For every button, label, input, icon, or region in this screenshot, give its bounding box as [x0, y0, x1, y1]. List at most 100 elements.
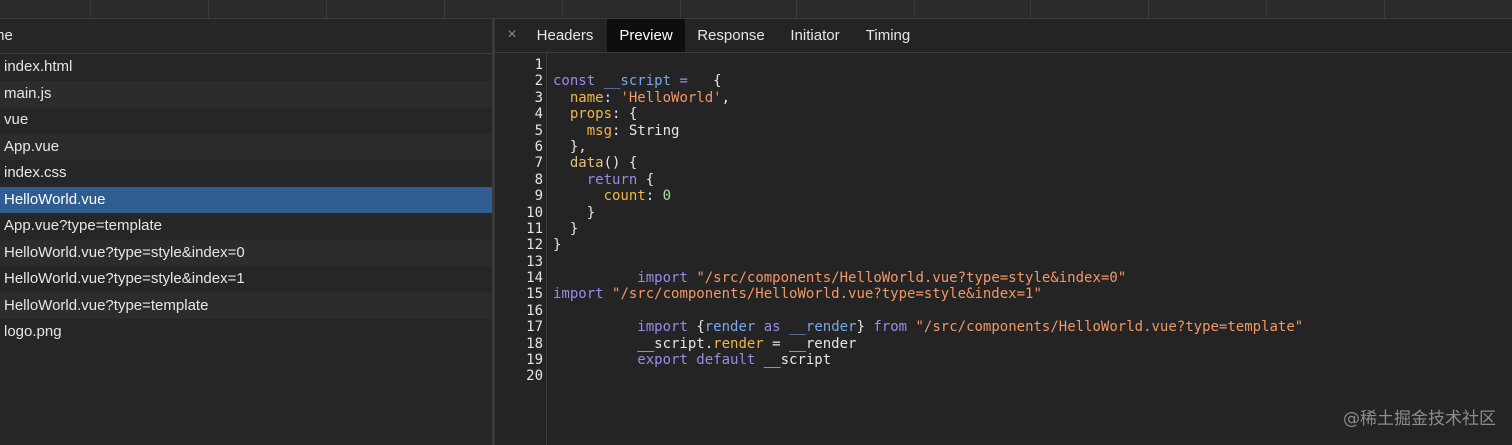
line-number: 8	[534, 171, 543, 188]
code-token: : String	[612, 122, 680, 139]
line-number: 5	[534, 122, 543, 139]
tab-timing[interactable]: Timing	[857, 19, 919, 52]
code-token: }	[856, 319, 874, 336]
timeline-gridline	[90, 0, 91, 18]
code-token: __script	[763, 352, 832, 369]
code-token: count	[603, 188, 646, 205]
request-row[interactable]: App.vue	[0, 133, 492, 160]
code-line: }	[553, 237, 1303, 253]
code-token: __render	[789, 319, 857, 336]
code-token: import	[637, 319, 697, 336]
source-code: const __script = { name: 'HelloWorld', p…	[553, 57, 1303, 385]
code-token: "/src/components/HelloWorld.vue?type=sty…	[612, 286, 1042, 303]
code-token: }	[553, 237, 562, 254]
request-rows: index.html main.js vue App.vue index.css Hell…	[0, 54, 492, 346]
timeline-gridline	[562, 0, 563, 18]
code-token: render	[713, 335, 764, 352]
request-list: me index.htmlmain.jsvueApp.vueindex.cssH…	[0, 19, 492, 445]
line-number: 9	[534, 188, 543, 205]
line-number: 19	[526, 352, 543, 369]
name-column-header[interactable]: me	[0, 19, 492, 54]
code-token: render	[704, 319, 756, 336]
tab-headers[interactable]: Headers	[527, 19, 603, 52]
request-row[interactable]: HelloWorld.vue?type=style&index=0	[0, 239, 492, 266]
code-line: import "/src/components/HelloWorld.vue?t…	[553, 270, 1303, 286]
line-number: 15	[526, 286, 543, 303]
details-tabbar: × Headers Preview Response Initiator Tim…	[495, 19, 1512, 53]
code-token: {	[696, 73, 722, 90]
request-row[interactable]: HelloWorld.vue	[0, 186, 492, 213]
timeline-gridline	[680, 0, 681, 18]
code-line: props: {	[553, 106, 1303, 122]
details-panel: × Headers Preview Response Initiator Tim…	[495, 19, 1512, 445]
tab-preview[interactable]: Preview	[607, 19, 685, 52]
code-line: }	[553, 221, 1303, 237]
request-row[interactable]: index.html	[0, 54, 492, 81]
line-number-gutter: 1 2 3 4 5 6 7 8 9 10 11 12 13 14 15 16 17 18 19 20	[495, 57, 543, 385]
watermark: @稀土掘金技术社区	[1343, 409, 1496, 429]
timeline-gridline	[208, 0, 209, 18]
name-column-label: me	[0, 27, 13, 44]
code-line: return {	[553, 172, 1303, 188]
code-token: import	[637, 270, 697, 287]
request-row[interactable]: index.css	[0, 160, 492, 187]
line-number: 3	[534, 89, 543, 106]
line-number: 14	[526, 270, 543, 287]
request-row[interactable]: vue	[0, 107, 492, 134]
tab-response[interactable]: Response	[689, 19, 773, 52]
code-token: as	[755, 319, 790, 336]
line-number: 17	[526, 319, 543, 336]
request-row[interactable]: logo.png	[0, 319, 492, 346]
line-number: 12	[526, 237, 543, 254]
code-token: from	[873, 319, 916, 336]
close-icon[interactable]: ×	[503, 19, 521, 52]
request-row[interactable]: main.js	[0, 80, 492, 107]
code-token: "/src/components/HelloWorld.vue?type=tem…	[915, 319, 1304, 336]
timeline-gridline	[1148, 0, 1149, 18]
code-token: __script	[603, 73, 672, 90]
code-token: return	[586, 171, 638, 188]
code-token: ,	[721, 89, 731, 106]
code-line: import {render as __render} from "/src/c…	[553, 319, 1303, 335]
code-token: }	[553, 204, 596, 221]
line-number: 6	[534, 138, 543, 155]
request-row[interactable]: HelloWorld.vue?type=style&index=1	[0, 266, 492, 293]
line-number: 2	[534, 73, 543, 90]
code-line: export default __script	[553, 352, 1303, 368]
code-line: const __script = {	[553, 73, 1303, 89]
timeline-gridline	[326, 0, 327, 18]
timeline-gridline	[1266, 0, 1267, 18]
code-token: props	[569, 106, 613, 123]
code-line: },	[553, 139, 1303, 155]
code-token: 0	[662, 188, 672, 205]
timeline-gridline	[914, 0, 915, 18]
code-token: = __render	[763, 335, 857, 352]
code-token: "/src/components/HelloWorld.vue?type=sty…	[696, 270, 1127, 287]
code-token: const	[553, 73, 604, 90]
request-row[interactable]: HelloWorld.vue?type=template	[0, 292, 492, 319]
code-token: name	[569, 89, 604, 106]
code-token: :	[603, 89, 621, 106]
timeline-gridline	[1030, 0, 1031, 18]
code-line: __script.render = __render	[553, 336, 1303, 352]
code-line: msg: String	[553, 123, 1303, 139]
gutter-divider	[546, 53, 547, 445]
code-token: export default	[637, 352, 764, 369]
code-token: :	[645, 188, 663, 205]
line-number: 16	[526, 302, 543, 319]
code-token: import	[553, 286, 613, 303]
request-row[interactable]: App.vue?type=template	[0, 213, 492, 240]
code-preview[interactable]: 1 2 3 4 5 6 7 8 9 10 11 12 13 14 15 16 17 18 19 20 const __…	[495, 53, 1512, 445]
tab-initiator[interactable]: Initiator	[779, 19, 851, 52]
code-token: =	[671, 73, 697, 90]
line-number: 18	[526, 335, 543, 352]
timeline-gridline	[796, 0, 797, 18]
